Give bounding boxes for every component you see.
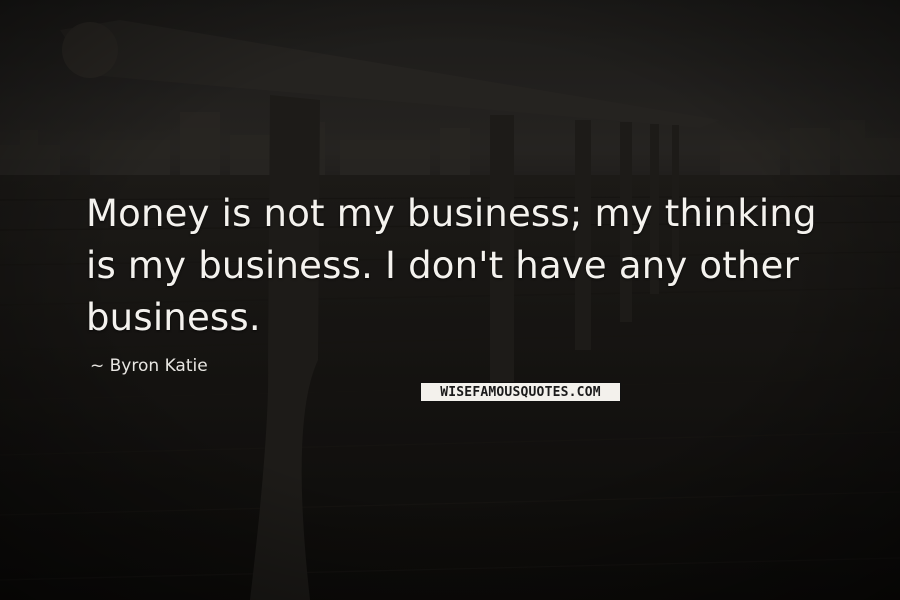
site-watermark: WISEFAMOUSQUOTES.COM [420, 382, 621, 402]
quote-text: Money is not my business; my thinking is… [86, 192, 817, 339]
quote-block: Money is not my business; my thinking is… [86, 188, 846, 344]
quote-author: ~ Byron Katie [90, 356, 208, 376]
